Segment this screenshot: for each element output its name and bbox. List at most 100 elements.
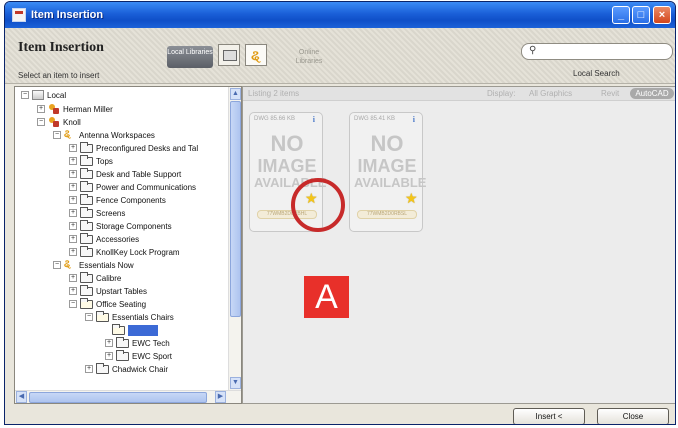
tree-node-label: Upstart Tables [96, 286, 147, 296]
tree-node-folder[interactable]: + Fence Components [69, 193, 166, 206]
tree-expander[interactable]: + [69, 157, 77, 165]
tree-node-label: Essentials Now [79, 260, 134, 270]
tree-expander[interactable]: + [37, 105, 45, 113]
tree-expander[interactable]: + [69, 248, 77, 256]
scroll-right-icon[interactable]: ▶ [215, 391, 226, 403]
tree-node-folder[interactable]: + Accessories [69, 232, 139, 245]
tree-node-herman-miller[interactable]: + Herman Miller [37, 103, 113, 115]
folder-icon [116, 336, 129, 348]
tree-horizontal-scrollbar[interactable]: ◀ ▶ [15, 390, 241, 403]
tree-node-folder[interactable]: + Screens [69, 206, 126, 219]
organization-icon[interactable]: ୡ [245, 44, 267, 66]
tree-node-local[interactable]: − Local [21, 89, 66, 101]
tree-node-label: Storage Components [96, 221, 172, 231]
tree-node-folder[interactable]: + Desk and Table Support [69, 167, 181, 180]
online-libraries-button[interactable]: Online Libraries [289, 48, 329, 66]
tree-node-folder[interactable]: + EWC Tech [105, 336, 170, 349]
tree-node-folder[interactable]: + Upstart Tables [69, 284, 147, 297]
tree-expander[interactable]: + [69, 170, 77, 178]
tree-node-label: Preconfigured Desks and Tal [96, 143, 199, 153]
close-window-button[interactable]: × [653, 6, 671, 24]
favorite-star-icon[interactable]: ★ [405, 191, 418, 205]
filter-all-graphics[interactable]: All Graphics [529, 89, 572, 98]
tree-expander[interactable]: + [69, 209, 77, 217]
minimize-button[interactable]: _ [612, 6, 630, 24]
tree-node-folder[interactable]: + Tops [69, 154, 113, 167]
app-icon [12, 8, 26, 22]
filter-revit[interactable]: Revit [601, 89, 619, 98]
maximize-button[interactable]: □ [632, 6, 650, 24]
folder-open-icon [96, 310, 109, 322]
library-tree[interactable]: − Local + Herman Miller − Knoll − ୡ Ante… [14, 86, 242, 404]
close-button[interactable]: Close [597, 408, 669, 424]
insert-button[interactable]: Insert < [513, 408, 585, 424]
tree-expander[interactable]: + [69, 287, 77, 295]
tree-node-folder[interactable]: + KnollKey Lock Program [69, 245, 180, 258]
scroll-up-icon[interactable]: ▲ [230, 88, 241, 100]
tree-node-label: Essentials Chairs [112, 312, 174, 322]
scroll-left-icon[interactable]: ◀ [16, 391, 27, 403]
tree-expander[interactable]: + [105, 352, 113, 360]
tree-node-folder[interactable]: + EWC Sport [105, 349, 172, 362]
tree-node-selected[interactable] [101, 323, 158, 336]
no-image-line: NO [370, 131, 404, 156]
search-input[interactable]: ⚲ [521, 43, 673, 60]
tree-expander[interactable]: + [69, 183, 77, 191]
filter-autocad[interactable]: AutoCAD [630, 88, 674, 99]
folder-icon [80, 180, 93, 192]
items-panel: Listing 2 items Display: All Graphics Re… [242, 86, 675, 404]
tree-vertical-scrollbar[interactable]: ▲ ▼ [228, 87, 241, 391]
tree-expander[interactable]: + [69, 274, 77, 282]
tree-node-folder[interactable]: − Office Seating [69, 297, 146, 310]
tree-node-label: Antenna Workspaces [79, 130, 155, 140]
tree-expander[interactable]: − [85, 313, 93, 321]
page-title: Item Insertion [18, 40, 104, 55]
library-book-icon[interactable] [218, 44, 240, 66]
tree-node-essentials-now[interactable]: − ୡ Essentials Now [53, 259, 134, 271]
tree-node-folder[interactable]: + Calibre [69, 271, 121, 284]
folder-open-icon [80, 297, 93, 309]
folder-icon [80, 271, 93, 283]
horizontal-scroll-thumb[interactable] [29, 392, 207, 403]
folder-open-icon [112, 323, 125, 335]
tree-expander[interactable]: + [105, 339, 113, 347]
tree-node-folder[interactable]: + Preconfigured Desks and Tal [69, 141, 199, 154]
title-bar[interactable]: Item Insertion _ □ × [5, 2, 675, 28]
tree-node-antenna-workspaces[interactable]: − ୡ Antenna Workspaces [53, 129, 155, 141]
tree-expander[interactable]: − [37, 118, 45, 126]
scroll-down-icon[interactable]: ▼ [230, 377, 241, 389]
tree-node-label: Fence Components [96, 195, 166, 205]
no-image-line: IMAGE [357, 156, 417, 176]
search-icon: ⚲ [529, 45, 537, 56]
tree-node-knoll[interactable]: − Knoll [37, 116, 81, 128]
info-icon[interactable]: i [313, 115, 315, 124]
folder-icon [80, 193, 93, 205]
tree-expander[interactable]: + [69, 235, 77, 243]
folder-icon [80, 206, 93, 218]
tree-expander[interactable]: − [53, 131, 61, 139]
tree-node-folder[interactable]: + Chadwick Chair [85, 362, 168, 375]
folder-icon [96, 362, 109, 374]
tree-expander[interactable]: − [69, 300, 77, 308]
info-icon[interactable]: i [413, 115, 415, 124]
tree-expander[interactable]: + [69, 196, 77, 204]
item-format-size: DWG 85.41 KB [354, 116, 396, 122]
tree-expander[interactable]: + [69, 222, 77, 230]
no-image-line: IMAGE [257, 156, 317, 176]
item-name: 77WMB2D0RBSL [357, 210, 417, 219]
item-card[interactable]: DWG 85.41 KB i NO IMAGE AVAILABLE ★ 77WM… [349, 112, 426, 232]
item-format-size: DWG 85.66 KB [254, 116, 296, 122]
tree-node-label: Screens [96, 208, 126, 218]
tree-expander[interactable]: + [69, 144, 77, 152]
tree-node-folder[interactable]: − Essentials Chairs [85, 310, 174, 323]
vertical-scroll-thumb[interactable] [230, 101, 241, 317]
tree-expander[interactable]: + [85, 365, 93, 373]
no-image-placeholder: NO IMAGE AVAILABLE [354, 131, 426, 190]
tree-node-folder[interactable]: + Power and Communications [69, 180, 196, 193]
folder-icon [80, 154, 93, 166]
tree-expander[interactable]: − [53, 261, 61, 269]
tree-node-folder[interactable]: + Storage Components [69, 219, 172, 232]
local-libraries-button[interactable]: Local Libraries [167, 46, 213, 68]
tree-node-label [128, 324, 158, 336]
tree-expander[interactable]: − [21, 91, 29, 99]
